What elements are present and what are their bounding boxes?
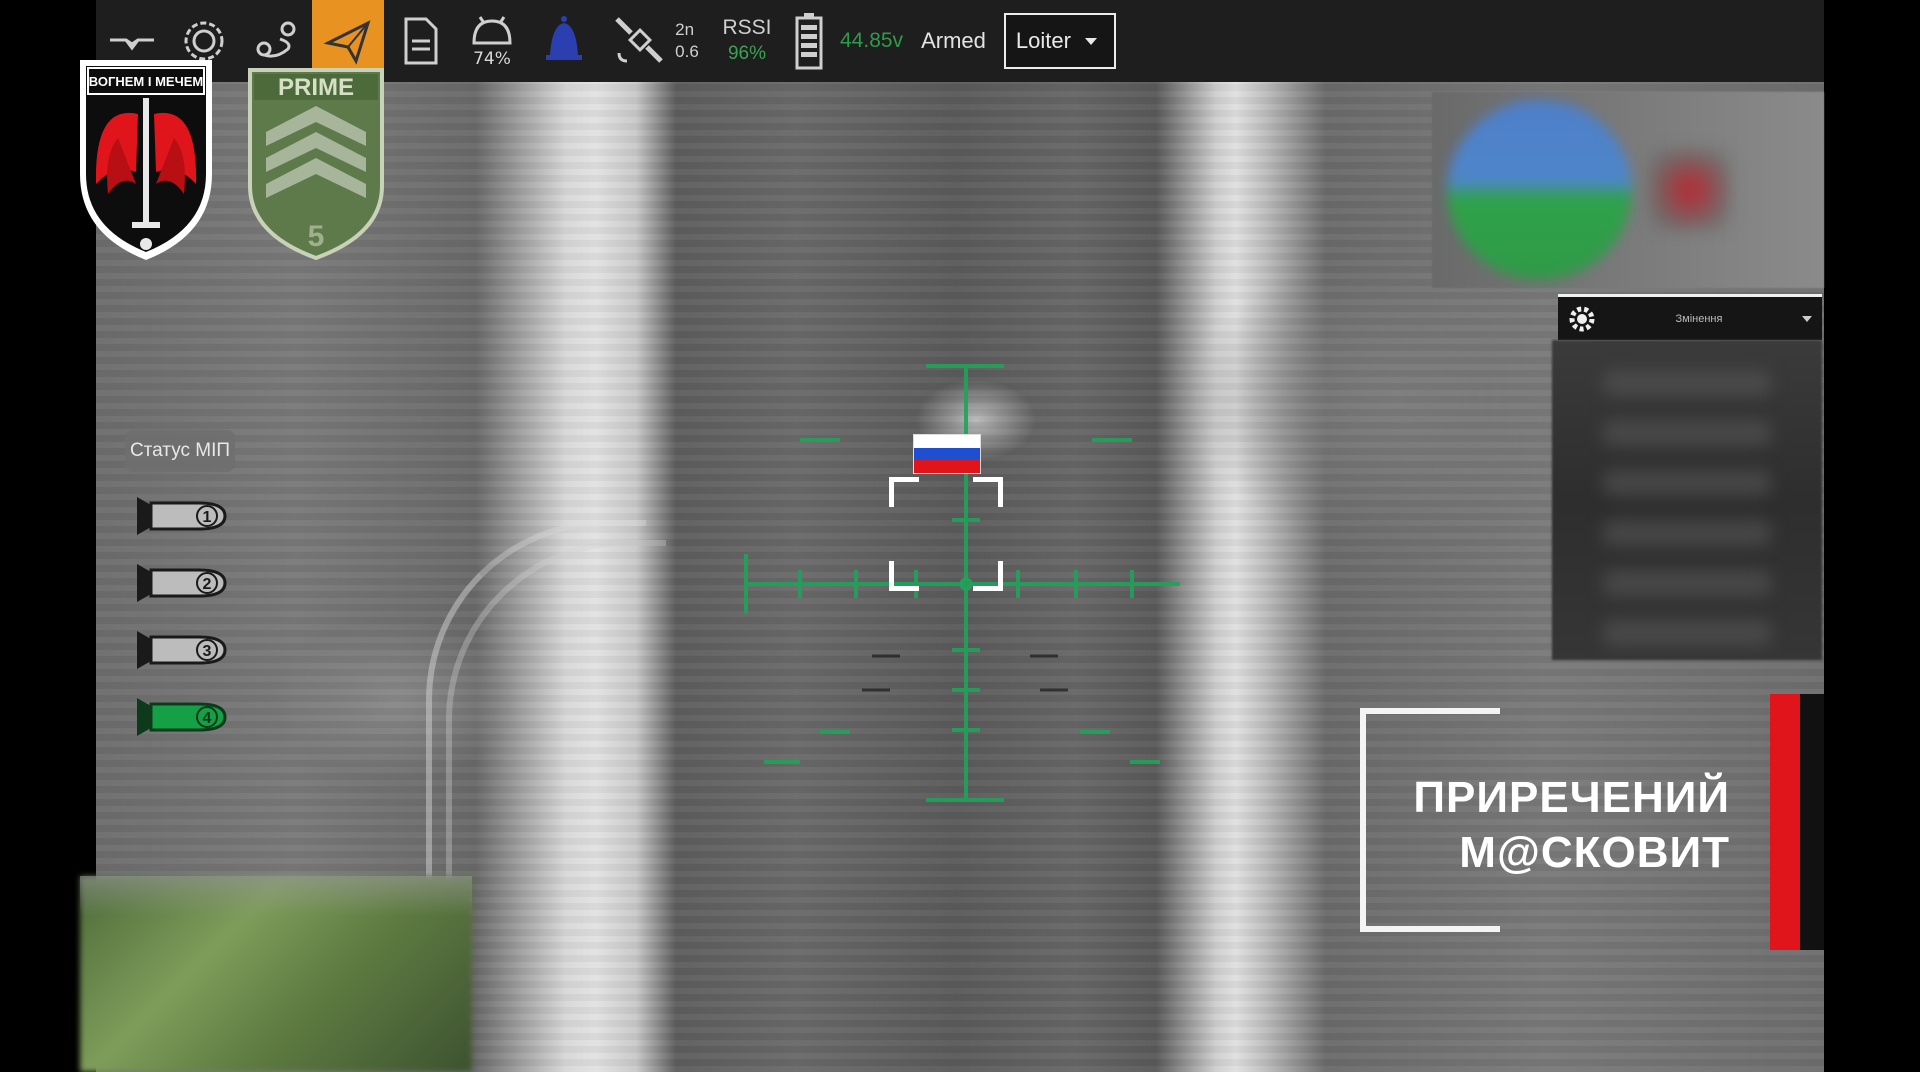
prime-label: PRIME	[278, 74, 354, 101]
satellite-icon	[615, 17, 663, 63]
unit-prime-badge: PRIME 5	[248, 68, 384, 260]
rssi-label: RSSI	[722, 16, 772, 39]
flight-mode-value: Loiter	[1015, 28, 1071, 53]
bomb-icon-2[interactable]: 2	[133, 560, 229, 606]
side-panel-header[interactable]: Змінення	[1558, 294, 1822, 340]
bomb-icon-1[interactable]: 1	[133, 493, 229, 539]
battery-percent: 74%	[473, 49, 511, 69]
bomb-icon-3[interactable]: 3	[133, 627, 229, 673]
gear-icon[interactable]	[1568, 305, 1596, 333]
rssi-status: RSSI 96%	[710, 0, 784, 82]
gps-status: 2n 0.6	[600, 0, 710, 82]
caption-text: ПРИРЕЧЕНИЙ М@СКОВИТ	[1390, 770, 1730, 880]
pip-fade	[80, 876, 472, 916]
caption-accent-bar	[1770, 694, 1800, 950]
prime-number: 5	[308, 220, 325, 253]
chevron-down-icon	[1084, 37, 1097, 45]
unit-shield-badge: ВОГНЕМ І МЕЧЕМ	[80, 60, 212, 260]
document-icon[interactable]	[384, 0, 456, 82]
bomb-number: 1	[203, 509, 212, 526]
gps-satellites: 2n	[675, 20, 695, 39]
status-label: Статус МІП	[125, 430, 235, 472]
notification-bell-icon[interactable]	[528, 0, 600, 82]
bomb-icon-4[interactable]: 4	[133, 694, 229, 740]
blurred-emblem	[1447, 100, 1632, 280]
battery-voltage: 44.85v	[840, 29, 904, 52]
bomb-number: 2	[203, 576, 212, 593]
russian-flag-icon	[913, 434, 981, 474]
armed-status[interactable]: Armed	[921, 28, 986, 54]
chevron-down-icon[interactable]	[1802, 315, 1812, 322]
caption-shadow-bar	[1800, 694, 1824, 950]
flight-mode-select[interactable]: Loiter	[1003, 13, 1116, 69]
side-panel-body	[1552, 340, 1822, 660]
bomb-number: 4	[203, 710, 212, 727]
caption-line-2: М@СКОВИТ	[1459, 828, 1730, 877]
rssi-value: 96%	[727, 43, 767, 64]
blurred-emblem	[1650, 150, 1730, 230]
side-panel-title: Змінення	[1675, 312, 1723, 325]
android-battery-indicator: 74%	[456, 0, 528, 82]
bomb-number: 3	[203, 643, 212, 660]
unit-motto: ВОГНЕМ І МЕЧЕМ	[89, 74, 203, 89]
target-lock-box	[889, 477, 1003, 591]
battery-icon	[784, 0, 834, 82]
gps-hdop: 0.6	[675, 42, 699, 61]
caption-line-1: ПРИРЕЧЕНИЙ	[1413, 773, 1730, 822]
